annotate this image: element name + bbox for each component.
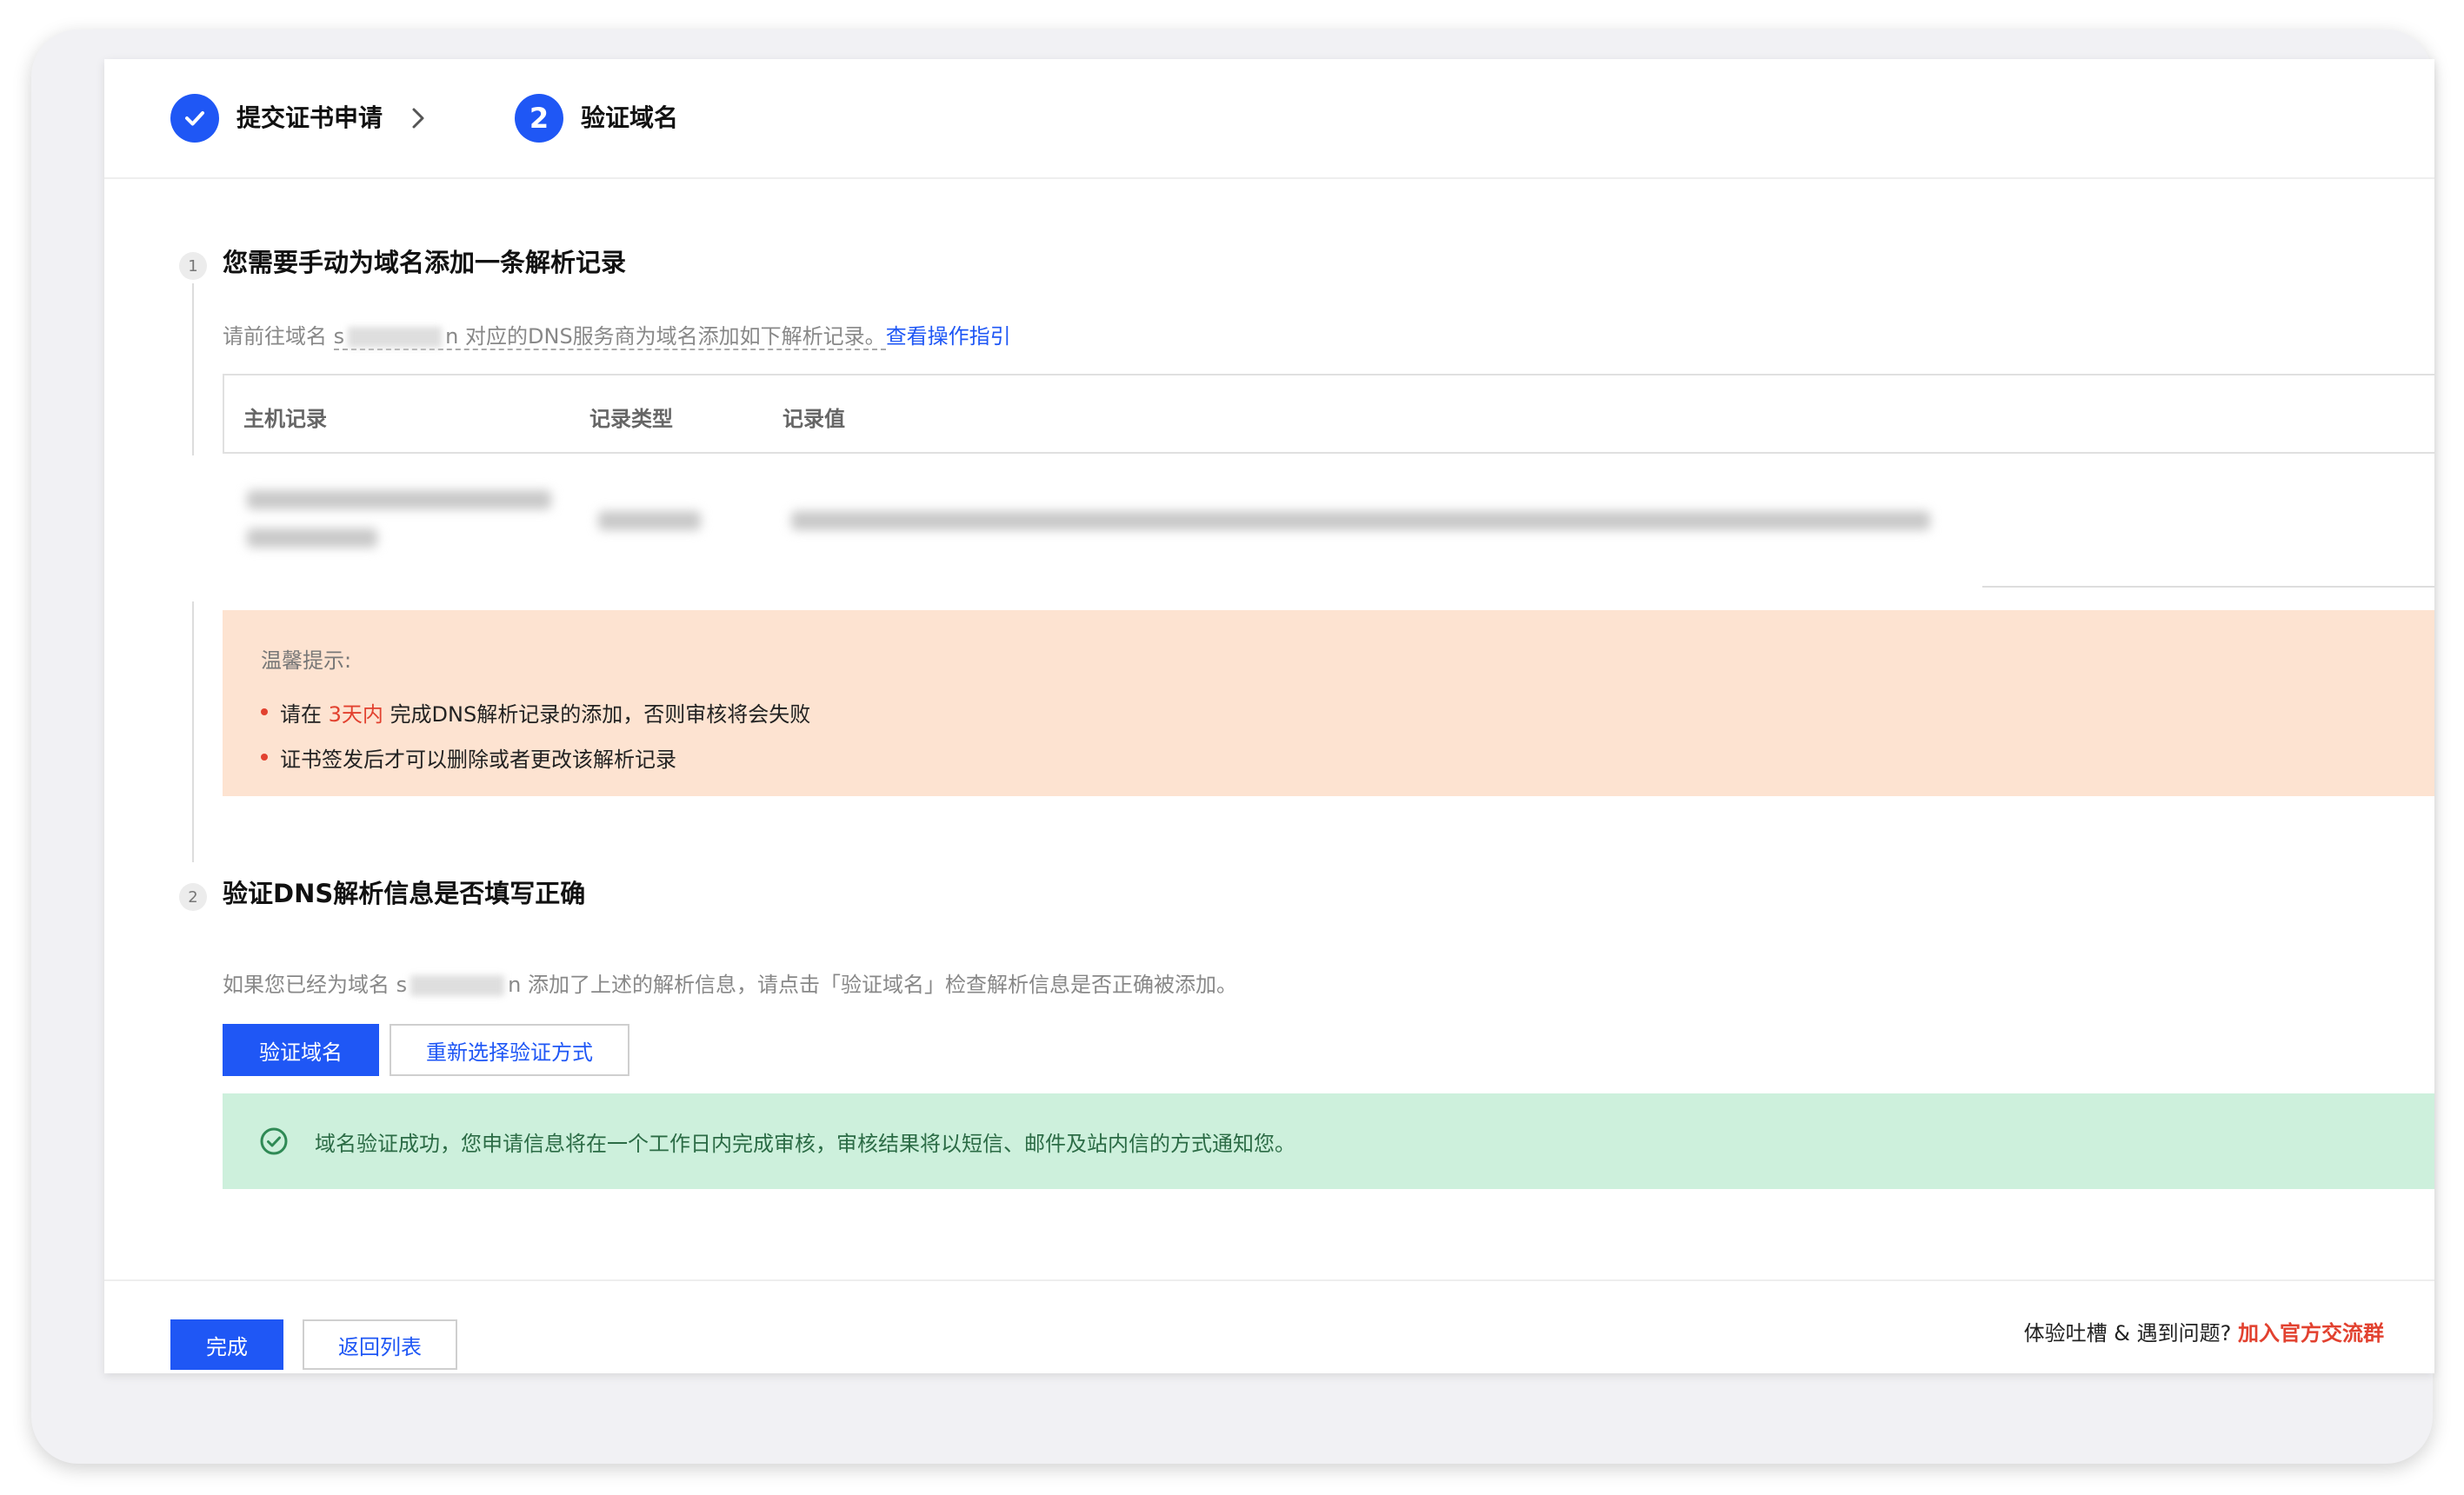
section-2-hint: 如果您已经为域名 s n 添加了上述的解析信息，请点击「验证域名」检查解析信息是否…	[223, 970, 1237, 1000]
dns-table-row	[223, 468, 1982, 572]
domain-blurred	[348, 327, 443, 348]
tip-2-text: 证书签发后才可以删除或者更改该解析记录	[280, 748, 676, 772]
success-alert: 域名验证成功，您申请信息将在一个工作日内完成审核，审核结果将以短信、邮件及站内信…	[223, 1093, 2434, 1189]
column-host-record: 主机记录	[243, 407, 327, 431]
domain-start: s	[333, 324, 345, 349]
check-circle-icon	[260, 1127, 288, 1155]
tips-title: 温馨提示:	[261, 648, 352, 673]
check-icon	[185, 111, 204, 126]
join-group-link[interactable]: 加入官方交流群	[2238, 1321, 2384, 1346]
footer-divider	[104, 1279, 2434, 1281]
table-divider	[1982, 586, 2434, 588]
dns-table-header: 主机记录 记录类型 记录值	[223, 374, 2434, 454]
stepper: 提交证书申请 2 验证域名	[104, 59, 2434, 179]
tip-1-prefix: 请在	[280, 702, 322, 727]
record-type-blurred	[598, 511, 701, 530]
timeline-line	[192, 601, 194, 862]
domain-blurred	[410, 975, 505, 996]
verify-domain-button[interactable]: 验证域名	[223, 1024, 379, 1076]
domain-name: s n 对应的DNS服务商为域名添加如下解析记录。	[333, 324, 886, 350]
tip-item: 证书签发后才可以删除或者更改该解析记录	[261, 742, 676, 773]
hint-middle: 对应的DNS服务商为域名添加如下解析记录。	[465, 324, 886, 349]
tip-1-highlight: 3天内	[328, 702, 383, 727]
feedback: 体验吐槽 & 遇到问题? 加入官方交流群	[2024, 1316, 2384, 1346]
section-2-number: 2	[179, 883, 207, 911]
feedback-text: 体验吐槽 & 遇到问题?	[2023, 1321, 2232, 1346]
host-record-blurred	[247, 490, 551, 509]
app-window: 提交证书申请 2 验证域名 1 您需要手动为域名添加一条解析记录 请前往域名 s…	[31, 30, 2434, 1464]
domain-end: n	[445, 324, 459, 349]
hint-prefix: 如果您已经为域名	[223, 973, 390, 997]
section-1-title: 您需要手动为域名添加一条解析记录	[223, 248, 627, 277]
record-value-blurred	[791, 511, 1930, 530]
warning-tips: 温馨提示: 请在 3天内 完成DNS解析记录的添加，否则审核将会失败 证书签发后…	[223, 610, 2434, 796]
hint-suffix: 添加了上述的解析信息，请点击「验证域名」检查解析信息是否正确被添加。	[528, 973, 1238, 997]
content-card: 提交证书申请 2 验证域名 1 您需要手动为域名添加一条解析记录 请前往域名 s…	[104, 59, 2434, 1373]
guide-link[interactable]: 查看操作指引	[886, 324, 1011, 349]
column-record-value: 记录值	[782, 407, 845, 431]
back-to-list-button[interactable]: 返回列表	[303, 1319, 457, 1370]
domain-start: s	[396, 973, 408, 997]
step-2-number: 2	[515, 94, 563, 143]
step-2-label: 验证域名	[581, 103, 679, 132]
step-done-icon	[170, 94, 219, 143]
done-button[interactable]: 完成	[170, 1319, 283, 1370]
reselect-method-button[interactable]: 重新选择验证方式	[390, 1024, 629, 1076]
timeline-line	[192, 283, 194, 455]
section-1-number: 1	[179, 252, 207, 280]
domain-end: n	[508, 973, 522, 997]
section-2-title: 验证DNS解析信息是否填写正确	[223, 879, 586, 908]
bullet-dot	[261, 754, 268, 761]
chevron-right-icon	[412, 108, 424, 129]
step-1-label: 提交证书申请	[236, 103, 383, 132]
section-1-hint: 请前往域名 s n 对应的DNS服务商为域名添加如下解析记录。查看操作指引	[223, 322, 1011, 351]
bullet-dot	[261, 708, 268, 715]
hint-prefix: 请前往域名	[223, 324, 327, 349]
column-record-type: 记录类型	[589, 407, 673, 431]
tip-item: 请在 3天内 完成DNS解析记录的添加，否则审核将会失败	[261, 697, 810, 728]
tip-1-suffix: 完成DNS解析记录的添加，否则审核将会失败	[390, 702, 811, 727]
success-message: 域名验证成功，您申请信息将在一个工作日内完成审核，审核结果将以短信、邮件及站内信…	[315, 1132, 1295, 1156]
host-record-blurred	[247, 528, 377, 548]
